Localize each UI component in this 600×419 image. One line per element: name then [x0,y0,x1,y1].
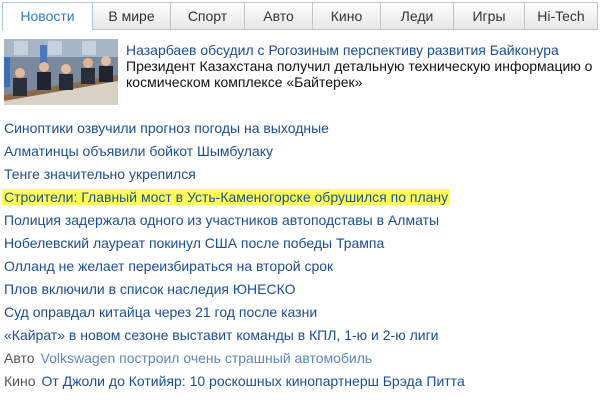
news-item: Синоптики озвучили прогноз погоды на вых… [4,118,329,138]
news-category-label: Кино [4,373,36,389]
news-item: Суд оправдал китайца через 21 год после … [4,302,317,322]
news-item: Олланд не желает переизбираться на второ… [4,256,333,276]
news-link[interactable]: Полиция задержала одного из участников а… [4,212,439,228]
featured-news-image[interactable] [4,39,118,105]
news-link[interactable]: От Джоли до Котийяр: 10 роскошных кинопа… [42,373,465,389]
news-link[interactable]: Строители: Главный мост в Усть-Каменогор… [2,189,451,205]
news-link[interactable]: «Кайрат» в новом сезоне выставит команды… [4,327,439,343]
category-tabs: Новости В мире Спорт Авто Кино Леди Игры… [2,2,598,31]
news-item-avto: Авто Volkswagen построил очень страшный а… [4,348,372,368]
news-link[interactable]: Синоптики озвучили прогноз погоды на вых… [4,120,329,136]
news-link[interactable]: Нобелевский лауреат покинул США после по… [4,235,384,251]
news-link[interactable]: Volkswagen построил очень страшный автом… [41,350,373,366]
news-category-label: Авто [4,350,35,366]
tab-avto[interactable]: Авто [245,2,313,30]
tab-hi-tech[interactable]: Hi-Tech [525,2,598,30]
news-item: Полиция задержала одного из участников а… [4,210,439,230]
news-item: Алматинцы объявили бойкот Шымбулаку [4,141,273,161]
news-link[interactable]: Алматинцы объявили бойкот Шымбулаку [4,143,273,159]
tab-igry[interactable]: Игры [454,2,525,30]
tab-v-mire[interactable]: В мире [93,2,171,30]
tab-sport[interactable]: Спорт [171,2,245,30]
news-link[interactable]: Плов включили в список наследия ЮНЕСКО [4,281,295,297]
tab-novosti[interactable]: Новости [2,2,93,31]
news-item: «Кайрат» в новом сезоне выставит команды… [4,325,439,345]
tab-kino[interactable]: Кино [313,2,381,30]
news-item-highlighted: Строители: Главный мост в Усть-Каменогор… [2,187,451,207]
news-link[interactable]: Тенге значительно укрепился [4,166,196,182]
news-item: Нобелевский лауреат покинул США после по… [4,233,384,253]
meeting-photo [4,39,118,105]
featured-news-summary: Президент Казахстана получил детальную т… [126,58,593,90]
news-item: Плов включили в список наследия ЮНЕСКО [4,279,295,299]
news-link[interactable]: Суд оправдал китайца через 21 год после … [4,304,317,320]
news-item: Тенге значительно укрепился [4,164,196,184]
news-link[interactable]: Олланд не желает переизбираться на второ… [4,258,333,274]
tab-ledi[interactable]: Леди [381,2,454,30]
news-item-kino: Кино От Джоли до Котийяр: 10 роскошных ки… [4,371,465,391]
featured-news-title[interactable]: Назарбаев обсудил с Рогозиным перспектив… [126,42,596,58]
